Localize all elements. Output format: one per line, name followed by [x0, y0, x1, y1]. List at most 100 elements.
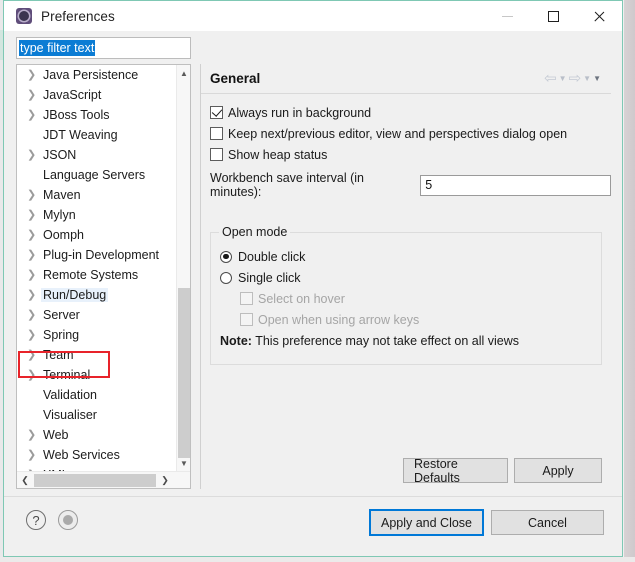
radio-row-single-click[interactable]: Single click	[220, 267, 601, 288]
tree-item-team[interactable]: ❯ Team	[17, 345, 177, 365]
tree-item-visualiser[interactable]: ❯Visualiser	[17, 405, 177, 425]
tree-item-label: Web Services	[43, 448, 120, 462]
tree-horizontal-scroll-thumb[interactable]	[34, 473, 156, 487]
tree-item-label: JavaScript	[43, 88, 102, 102]
tree-item-label: Java Persistence	[43, 68, 139, 82]
radio-label-double-click: Double click	[238, 249, 306, 264]
tree-item-label: Language Servers	[43, 168, 146, 182]
back-arrow-icon[interactable]: ⇦	[544, 71, 557, 86]
navigation-icons: ⇦ ▼ ⇨ ▼ ▼	[544, 71, 601, 86]
checkbox-label-keep-dialog-open: Keep next/previous editor, view and pers…	[228, 126, 568, 141]
preference-tree-panel[interactable]: ❯ Java Persistence ❯ JavaScript ❯ JBoss Tools…	[16, 64, 191, 489]
open-mode-legend: Open mode	[219, 225, 291, 239]
chevron-right-icon[interactable]: ❯	[27, 365, 41, 385]
tree-item-web[interactable]: ❯ Web	[17, 425, 177, 445]
dialog-body: type filter text ❯ Java Persistence ❯ JavaS…	[4, 31, 622, 495]
chevron-right-icon[interactable]: ❯	[27, 205, 41, 225]
window-controls	[484, 1, 622, 31]
preferences-gear-icon	[16, 8, 32, 24]
tree-item-validation[interactable]: ❯Validation	[17, 385, 177, 405]
radio-double-click[interactable]	[220, 250, 232, 263]
tree-item-mylyn[interactable]: ❯ Mylyn	[17, 205, 177, 225]
workbench-save-interval-input[interactable]: 5	[420, 174, 611, 196]
tree-item-label: Validation	[43, 388, 97, 402]
checkbox-show-heap-status[interactable]	[210, 148, 223, 161]
tree-item-label: Web	[43, 428, 69, 442]
help-icon[interactable]: ?	[26, 510, 46, 530]
tree-item-server[interactable]: ❯ Server	[17, 305, 177, 325]
chevron-right-icon[interactable]: ❯	[27, 305, 41, 325]
tree-item-jboss-tools[interactable]: ❯ JBoss Tools	[17, 105, 177, 125]
tree-vertical-scrollbar[interactable]: ▲ ▼	[176, 65, 190, 471]
maximize-button[interactable]	[530, 1, 576, 31]
tree-item-maven[interactable]: ❯ Maven	[17, 185, 177, 205]
cancel-button[interactable]: Cancel	[491, 510, 604, 535]
scroll-left-button[interactable]: ❮	[17, 472, 33, 488]
tree-item-terminal[interactable]: ❯ Terminal	[17, 365, 177, 385]
chevron-right-icon[interactable]: ❯	[27, 285, 41, 305]
scroll-down-button[interactable]: ▼	[177, 455, 190, 471]
scroll-up-button[interactable]: ▲	[177, 65, 190, 81]
tree-item-label: Spring	[43, 328, 80, 342]
tree-item-plug-in-development[interactable]: ❯ Plug-in Development	[17, 245, 177, 265]
tree-item-remote-systems[interactable]: ❯ Remote Systems	[17, 265, 177, 285]
scroll-right-button[interactable]: ❯	[157, 472, 173, 488]
radio-row-double-click[interactable]: Double click	[220, 246, 601, 267]
chevron-right-icon[interactable]: ❯	[27, 185, 41, 205]
tree-item-spacer: ❯	[27, 385, 41, 405]
forward-chevron-down-icon[interactable]: ▼	[583, 71, 591, 86]
panel-buttons: Restore Defaults Apply	[201, 457, 611, 485]
dialog-footer: ? Apply and Close Cancel	[4, 496, 622, 556]
chevron-right-icon[interactable]: ❯	[27, 245, 41, 265]
tree-horizontal-scrollbar[interactable]: ❮ ❯	[17, 471, 190, 488]
tree-item-language-servers[interactable]: ❯Language Servers	[17, 165, 177, 185]
content-header: General ⇦ ▼ ⇨ ▼ ▼	[201, 64, 611, 92]
tree-item-label: Mylyn	[43, 208, 76, 222]
close-button[interactable]	[576, 1, 622, 31]
view-menu-chevron-down-icon[interactable]: ▼	[593, 71, 601, 86]
checkbox-always-run-in-background[interactable]	[210, 106, 223, 119]
tree-item-label: Terminal	[43, 368, 91, 382]
tree-item-jdt-weaving[interactable]: ❯JDT Weaving	[17, 125, 177, 145]
chevron-right-icon[interactable]: ❯	[27, 85, 41, 105]
tree-item-oomph[interactable]: ❯ Oomph	[17, 225, 177, 245]
tree-item-run-debug[interactable]: ❯ Run/Debug	[17, 285, 177, 305]
chevron-right-icon[interactable]: ❯	[27, 325, 41, 345]
chevron-right-icon[interactable]: ❯	[27, 145, 41, 165]
back-chevron-down-icon[interactable]: ▼	[559, 71, 567, 86]
workbench-save-interval-row: Workbench save interval (in minutes): 5	[210, 171, 611, 199]
checkbox-keep-dialog-open[interactable]	[210, 127, 223, 140]
tree-item-web-services[interactable]: ❯ Web Services	[17, 445, 177, 465]
title-bar[interactable]: Preferences	[4, 1, 622, 31]
checkbox-row-always-run-in-background[interactable]: Always run in background	[210, 102, 611, 123]
content-panel: General ⇦ ▼ ⇨ ▼ ▼ Always run in backgrou…	[200, 64, 611, 489]
checkbox-row-keep-dialog-open[interactable]: Keep next/previous editor, view and pers…	[210, 123, 611, 144]
chevron-right-icon[interactable]: ❯	[27, 425, 41, 445]
chevron-right-icon[interactable]: ❯	[27, 105, 41, 125]
radio-single-click[interactable]	[220, 271, 232, 284]
minimize-icon	[501, 15, 513, 17]
tree-item-javascript[interactable]: ❯ JavaScript	[17, 85, 177, 105]
preference-tree-list[interactable]: ❯ Java Persistence ❯ JavaScript ❯ JBoss Tools…	[17, 65, 177, 471]
checkbox-row-show-heap-status[interactable]: Show heap status	[210, 144, 611, 165]
apply-button[interactable]: Apply	[514, 458, 602, 483]
apply-and-close-button[interactable]: Apply and Close	[369, 509, 484, 536]
chevron-right-icon[interactable]: ❯	[27, 65, 41, 85]
chevron-right-icon[interactable]: ❯	[27, 265, 41, 285]
tree-item-label: Visualiser	[43, 408, 97, 422]
workbench-save-interval-label: Workbench save interval (in minutes):	[210, 171, 365, 199]
minimize-button[interactable]	[484, 1, 530, 31]
tree-item-json[interactable]: ❯ JSON	[17, 145, 177, 165]
filter-input[interactable]: type filter text	[16, 37, 191, 59]
chevron-right-icon[interactable]: ❯	[27, 345, 41, 365]
tree-vertical-scroll-thumb[interactable]	[178, 288, 190, 458]
forward-arrow-icon[interactable]: ⇨	[569, 71, 582, 86]
record-icon[interactable]	[58, 510, 78, 530]
desktop-background-bottom	[0, 557, 635, 562]
chevron-right-icon[interactable]: ❯	[27, 445, 41, 465]
tree-item-spring[interactable]: ❯ Spring	[17, 325, 177, 345]
restore-defaults-button[interactable]: Restore Defaults	[403, 457, 508, 485]
tree-item-label: Remote Systems	[43, 268, 139, 282]
tree-item-java-persistence[interactable]: ❯ Java Persistence	[17, 65, 177, 85]
chevron-right-icon[interactable]: ❯	[27, 225, 41, 245]
